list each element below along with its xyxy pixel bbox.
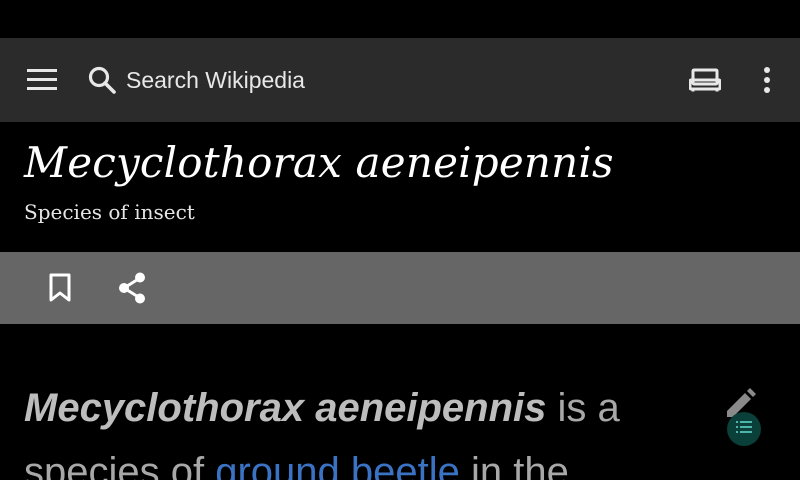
more-vert-icon[interactable] (750, 60, 784, 100)
reading-list-icon[interactable] (684, 60, 726, 100)
share-icon[interactable] (112, 268, 152, 308)
lead-text-2: in the (459, 450, 569, 480)
menu-icon[interactable] (22, 60, 62, 100)
search-bar[interactable]: Search Wikipedia (86, 60, 586, 100)
top-toolbar: Search Wikipedia (0, 38, 800, 122)
page-title: Mecyclothorax aeneipennis (24, 138, 614, 187)
search-icon (86, 64, 118, 96)
search-placeholder: Search Wikipedia (126, 66, 305, 93)
lead-bold-name: Mecyclothorax aeneipennis (24, 386, 547, 430)
link-ground-beetle[interactable]: ground beetle (215, 450, 460, 480)
lead-paragraph: Mecyclothorax aeneipennis is a species o… (24, 376, 704, 480)
bookmark-icon[interactable] (40, 268, 80, 308)
article-content: Mecyclothorax aeneipennis is a species o… (0, 324, 800, 480)
article-action-bar (0, 252, 800, 324)
page-description: Species of insect (24, 200, 195, 224)
article-header: Mecyclothorax aeneipennis Species of ins… (0, 122, 800, 252)
status-bar (0, 0, 800, 38)
list-icon (736, 420, 752, 438)
toc-button[interactable] (727, 412, 761, 446)
